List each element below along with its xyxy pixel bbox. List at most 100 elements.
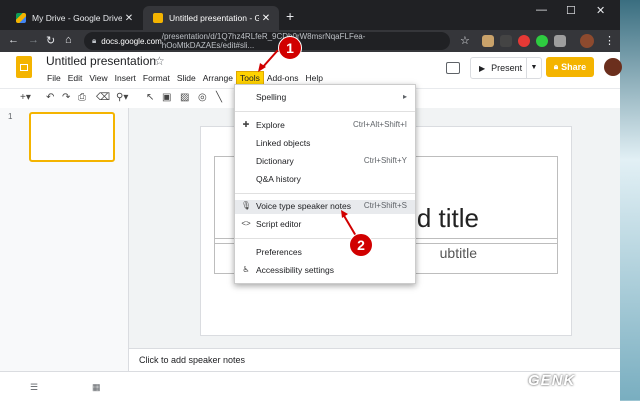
reload-icon[interactable]: ↻	[46, 34, 55, 47]
filmstrip-view-icon[interactable]: ☰	[30, 382, 38, 393]
slides-logo-icon[interactable]	[16, 56, 32, 78]
tab-strip: My Drive - Google Drive ✕ Untitled prese…	[0, 0, 620, 30]
menu-bar: File Edit View Insert Format Slide Arran…	[44, 71, 327, 85]
new-tab-button[interactable]: +	[286, 8, 294, 24]
slide-number: 1	[8, 112, 13, 121]
menu-item-label: Dictionary	[256, 156, 294, 166]
zoom-icon[interactable]: ⚲▾	[116, 92, 128, 103]
menu-item-label: Preferences	[256, 247, 302, 257]
menu-item-linked-objects[interactable]: Linked objects	[235, 137, 415, 151]
menu-item-label: Accessibility settings	[256, 265, 334, 275]
menu-item-spelling[interactable]: Spelling ▸	[235, 91, 415, 105]
tab-title: Untitled presentation - Google Slides	[169, 13, 259, 23]
url-host: docs.google.com	[101, 36, 162, 46]
text-box-icon[interactable]: ▣	[162, 92, 171, 103]
back-icon[interactable]: ←	[8, 34, 19, 46]
extension-icon[interactable]	[482, 35, 494, 47]
close-tab-icon[interactable]: ✕	[259, 13, 273, 24]
menu-item-preferences[interactable]: Preferences	[235, 246, 415, 260]
present-button[interactable]: ▶ Present ▼	[470, 57, 542, 79]
menu-format[interactable]: Format	[140, 72, 173, 84]
menu-item-label: Linked objects	[256, 138, 311, 148]
print-icon[interactable]: ⎙	[78, 92, 86, 103]
select-icon[interactable]: ↖	[146, 92, 154, 103]
menu-tools[interactable]: Tools	[235, 71, 264, 85]
desktop-background	[620, 0, 640, 400]
menu-item-accessibility-settings[interactable]: ♿︎ Accessibility settings	[235, 264, 415, 278]
code-icon: <>	[241, 219, 251, 228]
close-window-icon[interactable]: ✕	[596, 4, 605, 17]
extension-icon[interactable]	[500, 35, 512, 47]
profile-avatar[interactable]	[580, 34, 594, 48]
menu-divider	[235, 193, 415, 194]
watermark-logo: GENK	[528, 372, 576, 389]
extension-icon[interactable]	[518, 35, 530, 47]
tools-menu: Spelling ▸ ✚ Explore Ctrl+Alt+Shift+I Li…	[234, 84, 416, 284]
user-avatar[interactable]	[604, 58, 622, 76]
menu-item-label: Spelling	[256, 92, 287, 102]
extension-icon[interactable]	[554, 35, 566, 47]
paint-format-icon[interactable]: ⌫	[96, 92, 110, 103]
menu-insert[interactable]: Insert	[112, 72, 139, 84]
menu-item-explore[interactable]: ✚ Explore Ctrl+Alt+Shift+I	[235, 119, 415, 133]
speaker-notes[interactable]: Click to add speaker notes	[129, 348, 620, 372]
lock-icon: 🔒︎	[92, 36, 97, 45]
minimize-icon[interactable]: —	[536, 4, 547, 16]
redo-icon[interactable]: ↷	[62, 92, 70, 103]
share-label: Share	[561, 62, 587, 72]
menu-item-shortcut: Ctrl+Shift+S	[363, 201, 407, 210]
comment-icon[interactable]	[446, 62, 460, 74]
accessibility-icon: ♿︎	[242, 265, 250, 274]
drive-icon	[16, 13, 26, 23]
url-path: /presentation/d/1Q7hz4RLfeR_9CDh0rW8msrN…	[161, 32, 366, 50]
lock-icon: 🔒︎	[553, 62, 559, 71]
menu-item-shortcut: Ctrl+Alt+Shift+I	[352, 120, 407, 129]
chevron-down-icon[interactable]: ▼	[526, 58, 541, 78]
browser-window: My Drive - Google Drive ✕ Untitled prese…	[0, 0, 622, 401]
address-bar[interactable]: 🔒︎ docs.google.com /presentation/d/1Q7hz…	[84, 32, 450, 50]
explore-icon: ✚	[242, 120, 250, 129]
tab-my-drive[interactable]: My Drive - Google Drive ✕	[6, 6, 142, 30]
navigation-bar: ← → ↻ ⌂ 🔒︎ docs.google.com /presentation…	[0, 30, 620, 52]
annotation-badge-1: 1	[278, 36, 302, 60]
slides-icon	[153, 13, 163, 23]
forward-icon[interactable]: →	[28, 34, 39, 46]
menu-add-ons[interactable]: Add-ons	[264, 72, 302, 84]
title-placeholder-text: d title	[416, 203, 479, 233]
star-icon[interactable]: ☆	[154, 54, 165, 68]
menu-divider	[235, 238, 415, 239]
bottom-bar: ☰ ▦	[0, 371, 620, 401]
menu-view[interactable]: View	[86, 72, 110, 84]
tab-slides[interactable]: Untitled presentation - Google Slides ✕	[143, 6, 279, 30]
present-label: Present	[491, 63, 523, 73]
menu-item-qa-history[interactable]: Q&A history	[235, 173, 415, 187]
menu-item-voice-type-speaker-notes[interactable]: 🎙︎ Voice type speaker notes Ctrl+Shift+S	[235, 200, 415, 214]
annotation-badge-2: 2	[349, 233, 373, 257]
menu-item-label: Script editor	[256, 219, 302, 229]
home-icon[interactable]: ⌂	[65, 34, 72, 46]
undo-icon[interactable]: ↶	[46, 92, 54, 103]
menu-arrange[interactable]: Arrange	[200, 72, 236, 84]
browser-menu-icon[interactable]: ⋮	[604, 34, 615, 47]
close-tab-icon[interactable]: ✕	[122, 13, 136, 24]
new-slide-icon[interactable]: +▾	[20, 92, 31, 103]
menu-item-dictionary[interactable]: Dictionary Ctrl+Shift+Y	[235, 155, 415, 169]
menu-edit[interactable]: Edit	[65, 72, 86, 84]
extension-icon[interactable]	[536, 35, 548, 47]
grid-view-icon[interactable]: ▦	[92, 382, 101, 393]
share-button[interactable]: 🔒︎ Share	[546, 57, 594, 77]
menu-help[interactable]: Help	[303, 72, 326, 84]
present-icon: ▶	[479, 63, 486, 73]
shape-icon[interactable]: ◎	[198, 92, 207, 103]
slide-thumbnail[interactable]	[29, 112, 115, 162]
menu-slide[interactable]: Slide	[174, 72, 199, 84]
microphone-icon: 🎙︎	[241, 201, 252, 210]
menu-item-script-editor[interactable]: <> Script editor	[235, 218, 415, 232]
maximize-icon[interactable]: ☐	[566, 4, 576, 17]
bookmark-star-icon[interactable]: ☆	[460, 34, 470, 47]
line-icon[interactable]: ╲	[216, 92, 222, 103]
image-icon[interactable]: ▨	[180, 92, 189, 103]
menu-divider	[235, 111, 415, 112]
document-title[interactable]: Untitled presentation	[46, 54, 156, 68]
menu-file[interactable]: File	[44, 72, 64, 84]
